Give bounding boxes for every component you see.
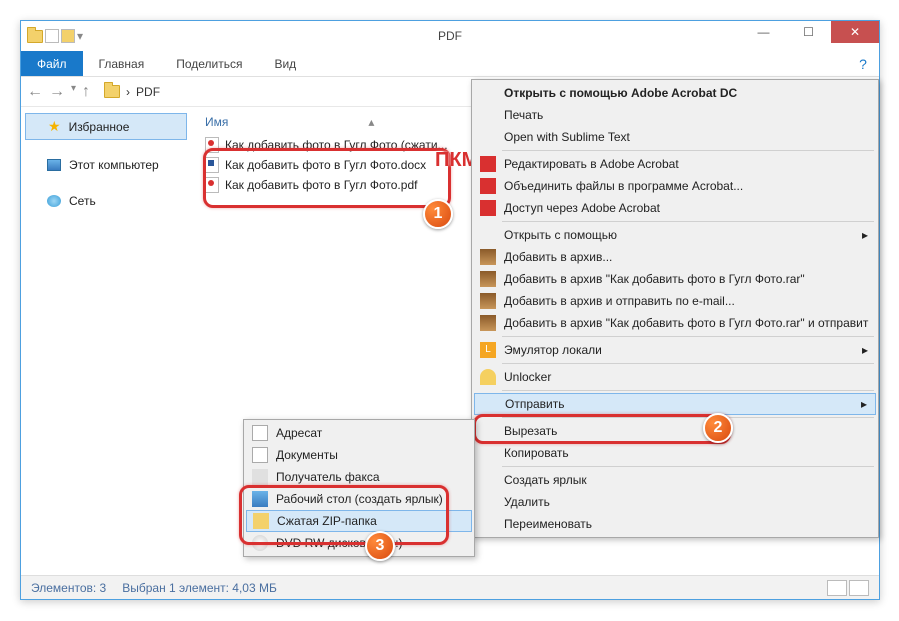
rar-icon xyxy=(480,315,496,331)
sendto-dvd[interactable]: DVD RW дисковод (D:) xyxy=(246,532,472,554)
sidebar-computer[interactable]: Этот компьютер xyxy=(21,154,191,176)
qat-btn[interactable] xyxy=(45,29,59,43)
breadcrumb-item[interactable]: PDF xyxy=(136,85,160,99)
sidebar-favorites[interactable]: ★ Избранное xyxy=(25,113,187,140)
sidebar-label: Избранное xyxy=(69,120,130,134)
view-details[interactable] xyxy=(827,580,847,596)
sendto-documents[interactable]: Документы xyxy=(246,444,472,466)
ribbon-tabs: Файл Главная Поделиться Вид ? xyxy=(21,51,879,77)
ribbon-help-button[interactable]: ? xyxy=(847,51,879,76)
statusbar: Элементов: 3 Выбран 1 элемент: 4,03 МБ xyxy=(21,575,879,599)
sidebar-label: Этот компьютер xyxy=(69,158,159,172)
qat-btn[interactable] xyxy=(61,29,75,43)
ctx-edit-acrobat[interactable]: Редактировать в Adobe Acrobat xyxy=(474,153,876,175)
folder-icon xyxy=(27,30,43,43)
ctx-open-acrobat[interactable]: Открыть с помощью Adobe Acrobat DC xyxy=(474,82,876,104)
rar-icon xyxy=(480,271,496,287)
close-button[interactable]: ✕ xyxy=(831,21,879,43)
breadcrumb-sep: › xyxy=(126,85,130,99)
contact-icon xyxy=(252,425,268,441)
status-count: Элементов: 3 xyxy=(31,581,106,595)
ctx-unlocker[interactable]: Unlocker xyxy=(474,366,876,388)
sendto-desktop[interactable]: Рабочий стол (создать ярлык) xyxy=(246,488,472,510)
titlebar: ▾ PDF — ☐ ✕ xyxy=(21,21,879,51)
sidebar-network[interactable]: Сеть xyxy=(21,190,191,212)
submenu-arrow-icon: ▸ xyxy=(861,397,867,411)
pdf-icon xyxy=(205,137,219,153)
ctx-shortcut[interactable]: Создать ярлык xyxy=(474,469,876,491)
sort-indicator: ▴ xyxy=(368,115,374,129)
network-icon xyxy=(47,195,61,207)
nav-recent[interactable]: ▾ xyxy=(71,83,76,101)
docx-icon xyxy=(205,157,219,173)
tab-file[interactable]: Файл xyxy=(21,51,83,76)
ctx-add-rar-send[interactable]: Добавить в архив "Как добавить фото в Гу… xyxy=(474,312,876,334)
locale-icon: L xyxy=(480,342,496,358)
zip-folder-icon xyxy=(253,513,269,529)
ctx-locale-emu[interactable]: LЭмулятор локали▸ xyxy=(474,339,876,361)
ctx-add-rar[interactable]: Добавить в архив "Как добавить фото в Гу… xyxy=(474,268,876,290)
minimize-button[interactable]: — xyxy=(741,21,786,43)
submenu-arrow-icon: ▸ xyxy=(862,228,868,242)
status-selection: Выбран 1 элемент: 4,03 МБ xyxy=(122,581,277,595)
document-icon xyxy=(252,447,268,463)
file-name: Как добавить фото в Гугл Фото.pdf xyxy=(225,178,417,192)
nav-arrows: ← → ▾ ↑ xyxy=(27,83,90,101)
view-icons[interactable] xyxy=(849,580,869,596)
ctx-add-email[interactable]: Добавить в архив и отправить по e-mail..… xyxy=(474,290,876,312)
ctx-combine-acrobat[interactable]: Объединить файлы в программе Acrobat... xyxy=(474,175,876,197)
context-menu-main: Открыть с помощью Adobe Acrobat DC Печат… xyxy=(471,79,879,538)
ctx-delete[interactable]: Удалить xyxy=(474,491,876,513)
rar-icon xyxy=(480,293,496,309)
qat: ▾ xyxy=(21,29,89,43)
file-name: Как добавить фото в Гугл Фото (сжати... xyxy=(225,138,448,152)
key-icon xyxy=(480,369,496,385)
view-switcher xyxy=(827,580,869,596)
tab-home[interactable]: Главная xyxy=(83,51,161,76)
ctx-print[interactable]: Печать xyxy=(474,104,876,126)
desktop-icon xyxy=(252,491,268,507)
ctx-open-with[interactable]: Открыть с помощью▸ xyxy=(474,224,876,246)
pdf-icon xyxy=(205,177,219,193)
ctx-add-archive[interactable]: Добавить в архив... xyxy=(474,246,876,268)
ctx-access-acrobat[interactable]: Доступ через Adobe Acrobat xyxy=(474,197,876,219)
adobe-icon xyxy=(480,156,496,172)
ctx-cut[interactable]: Вырезать xyxy=(474,420,876,442)
ctx-rename[interactable]: Переименовать xyxy=(474,513,876,535)
context-menu-sendto: Адресат Документы Получатель факса Рабоч… xyxy=(243,419,475,557)
nav-pane: ★ Избранное Этот компьютер Сеть xyxy=(21,107,191,575)
nav-forward[interactable]: → xyxy=(49,83,65,101)
breadcrumb[interactable]: › PDF xyxy=(98,85,166,99)
tab-share[interactable]: Поделиться xyxy=(160,51,258,76)
nav-back[interactable]: ← xyxy=(27,83,43,101)
star-icon: ★ xyxy=(48,118,61,135)
ctx-open-sublime[interactable]: Open with Sublime Text xyxy=(474,126,876,148)
qat-dropdown[interactable]: ▾ xyxy=(77,29,83,43)
nav-up[interactable]: ↑ xyxy=(82,83,90,101)
explorer-window: ▾ PDF — ☐ ✕ Файл Главная Поделиться Вид … xyxy=(20,20,880,600)
tab-view[interactable]: Вид xyxy=(258,51,312,76)
window-controls: — ☐ ✕ xyxy=(741,21,879,43)
window-title: PDF xyxy=(438,29,462,43)
file-name: Как добавить фото в Гугл Фото.docx xyxy=(225,158,426,172)
rar-icon xyxy=(480,249,496,265)
maximize-button[interactable]: ☐ xyxy=(786,21,831,43)
adobe-icon xyxy=(480,200,496,216)
ctx-send-to[interactable]: Отправить▸ xyxy=(474,393,876,415)
ctx-copy[interactable]: Копировать xyxy=(474,442,876,464)
dvd-icon xyxy=(252,535,268,551)
sendto-fax[interactable]: Получатель факса xyxy=(246,466,472,488)
submenu-arrow-icon: ▸ xyxy=(862,343,868,357)
adobe-icon xyxy=(480,178,496,194)
computer-icon xyxy=(47,159,61,171)
fax-icon xyxy=(252,469,268,485)
sendto-zip[interactable]: Сжатая ZIP-папка xyxy=(246,510,472,532)
folder-icon xyxy=(104,85,120,98)
sidebar-label: Сеть xyxy=(69,194,96,208)
sendto-addressee[interactable]: Адресат xyxy=(246,422,472,444)
